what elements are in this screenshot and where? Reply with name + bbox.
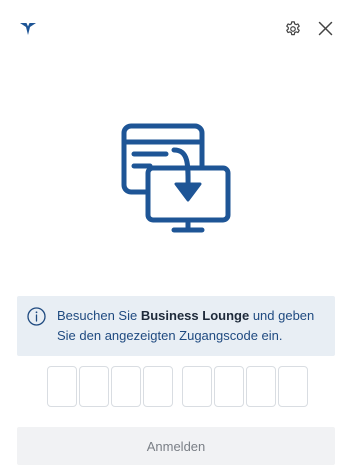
code-digit-4[interactable] [143,366,173,407]
code-digit-5[interactable] [182,366,212,407]
code-digit-7[interactable] [246,366,276,407]
code-digit-8[interactable] [278,366,308,407]
close-icon[interactable] [318,21,333,36]
code-digit-3[interactable] [111,366,141,407]
info-text-before: Besuchen Sie [57,308,141,323]
login-button[interactable]: Anmelden [17,427,335,465]
info-highlight: Business Lounge [140,308,250,323]
info-banner: Besuchen Sie Business Lounge und geben S… [17,296,335,356]
code-digit-6[interactable] [214,366,244,407]
info-message: Besuchen Sie Business Lounge und geben S… [57,306,329,346]
code-digit-2[interactable] [79,366,109,407]
access-code-input [0,366,343,408]
code-digit-1[interactable] [47,366,77,407]
info-icon [27,307,46,326]
gear-icon[interactable] [284,20,302,38]
transfer-to-monitor-icon [121,123,231,233]
top-bar [0,0,343,60]
airline-logo-icon [20,23,36,35]
